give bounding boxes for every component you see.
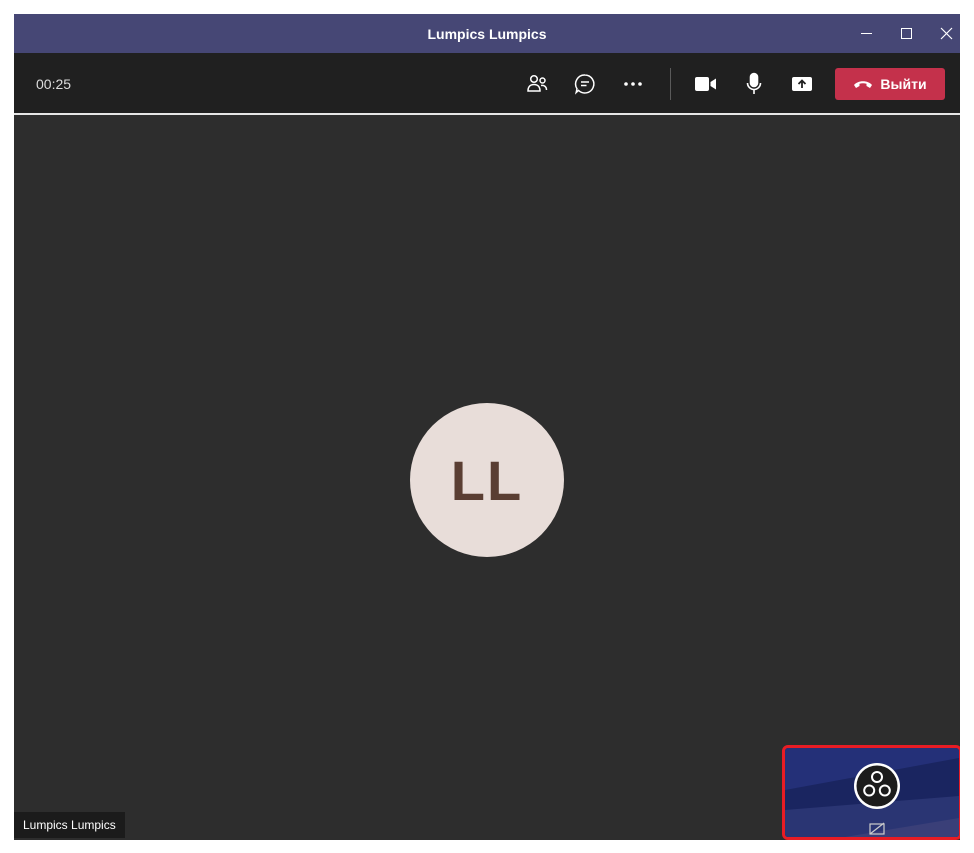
minimize-icon <box>860 33 872 34</box>
share-screen-button[interactable] <box>784 66 820 102</box>
people-icon <box>527 74 548 92</box>
more-options-icon <box>624 82 642 86</box>
chat-button[interactable] <box>567 66 603 102</box>
close-button[interactable] <box>926 14 960 53</box>
microphone-toggle-button[interactable] <box>736 66 772 102</box>
camera-toggle-button[interactable] <box>688 66 724 102</box>
window-title: Lumpics Lumpics <box>427 26 547 42</box>
obs-logo-icon <box>854 763 900 809</box>
phone-hangup-icon <box>854 81 873 88</box>
participant-avatar: LL <box>410 403 564 557</box>
title-bar: Lumpics Lumpics <box>14 14 960 53</box>
microphone-icon <box>746 72 762 94</box>
maximize-button[interactable] <box>886 14 926 53</box>
camera-off-icon <box>869 822 885 835</box>
leave-call-button[interactable]: Выйти <box>835 68 945 100</box>
chat-icon <box>574 74 595 95</box>
close-icon <box>940 27 952 40</box>
teams-meeting-window: Lumpics Lumpics 00:25 Выйти LL Lumpics L… <box>14 14 960 840</box>
meeting-toolbar: 00:25 Выйти <box>14 53 960 113</box>
more-options-button[interactable] <box>615 66 651 102</box>
call-timer: 00:25 <box>36 76 72 92</box>
participant-name-tag: Lumpics Lumpics <box>14 812 125 838</box>
leave-call-label: Выйти <box>880 76 927 92</box>
minimize-button[interactable] <box>846 14 886 53</box>
self-view-preview[interactable] <box>782 745 960 840</box>
share-screen-icon <box>792 77 812 91</box>
participants-button[interactable] <box>519 66 555 102</box>
toolbar-divider <box>670 68 671 100</box>
maximize-icon <box>900 28 912 39</box>
video-stage: LL Lumpics Lumpics <box>14 115 960 840</box>
video-camera-icon <box>695 77 716 91</box>
